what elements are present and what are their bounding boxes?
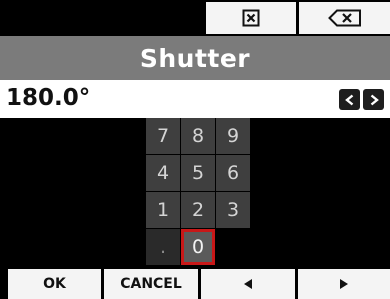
key-6[interactable]: 6: [216, 155, 250, 191]
key-0[interactable]: 0: [181, 229, 215, 265]
backspace-icon: [327, 9, 361, 27]
top-bar: [0, 0, 390, 36]
key-4[interactable]: 4: [146, 155, 180, 191]
triangle-right-icon: [340, 279, 348, 289]
clear-button[interactable]: [206, 2, 296, 34]
ok-button[interactable]: OK: [8, 269, 101, 299]
title-bar: Shutter: [0, 36, 390, 80]
key-3[interactable]: 3: [216, 192, 250, 228]
triangle-left-icon: [244, 279, 252, 289]
decrement-button[interactable]: [339, 89, 360, 110]
key-1[interactable]: 1: [146, 192, 180, 228]
clear-box-icon: [242, 9, 260, 27]
chevron-left-icon: [344, 94, 353, 105]
value-display: 180.0°: [0, 80, 390, 118]
key-7[interactable]: 7: [146, 118, 180, 154]
page-title: Shutter: [139, 43, 251, 73]
chevron-right-icon: [370, 94, 379, 105]
cancel-button[interactable]: CANCEL: [104, 269, 198, 299]
value-readout: 180.0°: [6, 85, 91, 111]
bottom-bar: OK CANCEL: [0, 266, 390, 299]
key-decimal[interactable]: .: [146, 229, 180, 265]
key-5[interactable]: 5: [181, 155, 215, 191]
backspace-button[interactable]: [299, 2, 390, 34]
key-2[interactable]: 2: [181, 192, 215, 228]
increment-button[interactable]: [363, 89, 384, 110]
move-left-button[interactable]: [201, 269, 295, 299]
key-9[interactable]: 9: [216, 118, 250, 154]
key-8[interactable]: 8: [181, 118, 215, 154]
move-right-button[interactable]: [298, 269, 390, 299]
numeric-keypad: 7 8 9 4 5 6 1 2 3 . 0: [146, 118, 250, 266]
